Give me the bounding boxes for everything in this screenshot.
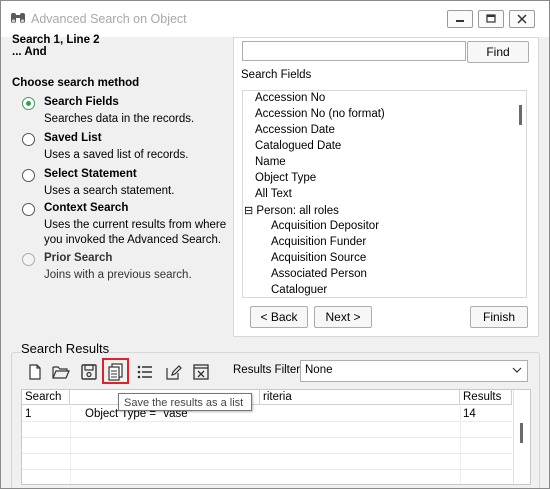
row-divider: [22, 437, 512, 438]
list-item[interactable]: Catalogued Date: [255, 140, 341, 152]
search-line-label: Search 1, Line 2: [12, 34, 100, 46]
list-icon[interactable]: [136, 363, 154, 381]
search-results-title: Search Results: [21, 341, 110, 356]
row-divider: [22, 421, 512, 422]
radio-button[interactable]: [22, 169, 35, 182]
results-filter-select[interactable]: None: [300, 360, 528, 382]
advanced-search-window: Advanced Search on Object Search 1, Line…: [0, 0, 550, 489]
title-bar: Advanced Search on Object: [1, 1, 549, 37]
window-title: Advanced Search on Object: [31, 12, 187, 26]
next-button[interactable]: Next >: [314, 306, 372, 328]
tooltip: Save the results as a list: [118, 393, 252, 411]
results-filter-value: None: [305, 364, 333, 376]
search-fields-panel: Find Search Fields Accession No Accessio…: [233, 37, 539, 337]
results-filter-label: Results Filter: [233, 364, 301, 376]
list-item[interactable]: Accession No: [255, 92, 325, 104]
column-header-criteria[interactable]: riteria: [260, 390, 460, 405]
vertical-scrollbar[interactable]: [517, 94, 524, 294]
close-button[interactable]: [509, 10, 535, 28]
radio-description: Searches data in the records.: [44, 113, 195, 125]
vertical-scrollbar[interactable]: [513, 390, 530, 484]
new-icon[interactable]: [26, 363, 44, 381]
finish-button[interactable]: Finish: [470, 306, 528, 328]
list-item[interactable]: Cataloguer: [271, 284, 327, 296]
search-fields-list[interactable]: Accession No Accession No (no format) Ac…: [242, 90, 527, 298]
list-item[interactable]: Name: [255, 156, 286, 168]
radio-label: Prior Search: [44, 252, 113, 264]
list-item[interactable]: Acquisition Source: [271, 252, 366, 264]
table-cell-results[interactable]: 14: [460, 406, 476, 422]
column-divider: [70, 406, 71, 484]
row-divider: [22, 453, 512, 454]
save-as-list-highlight: [102, 358, 129, 384]
scroll-thumb[interactable]: [519, 105, 522, 125]
radio-label: Context Search: [44, 202, 129, 214]
list-item[interactable]: Object Type: [255, 172, 316, 184]
scroll-thumb[interactable]: [520, 423, 523, 443]
minimize-button[interactable]: [447, 10, 473, 28]
search-operator-label: ... And: [12, 46, 47, 58]
search-fields-label: Search Fields: [241, 69, 312, 81]
radio-button[interactable]: [22, 203, 35, 216]
radio-button[interactable]: [22, 133, 35, 146]
list-item[interactable]: Accession Date: [255, 124, 335, 136]
maximize-icon: [486, 14, 496, 23]
column-header-results[interactable]: Results: [460, 390, 512, 405]
radio-description: Uses a saved list of records.: [44, 149, 189, 161]
method-heading: Choose search method: [12, 77, 140, 89]
radio-description: Joins with a previous search.: [44, 269, 192, 281]
results-grid[interactable]: Search riteria Results 1 Object Type = "…: [21, 389, 531, 485]
radio-label: Search Fields: [44, 96, 119, 108]
radio-description: Uses the current results from where you …: [44, 219, 227, 246]
radio-button[interactable]: [22, 97, 35, 110]
list-item[interactable]: Associated Person: [271, 268, 367, 280]
list-item[interactable]: Acquisition Funder: [271, 236, 366, 248]
back-button[interactable]: < Back: [250, 306, 308, 328]
find-button[interactable]: Find: [467, 41, 529, 63]
radio-label: Saved List: [44, 132, 102, 144]
list-item[interactable]: Acquisition Depositor: [271, 220, 379, 232]
list-item[interactable]: All Text: [255, 188, 292, 200]
table-cell-search[interactable]: 1: [22, 406, 31, 422]
radio-button: [22, 253, 35, 266]
edit-icon[interactable]: [164, 363, 182, 381]
column-divider: [460, 406, 461, 484]
list-item-label: Person: all roles: [256, 205, 339, 217]
collapse-icon[interactable]: ⊟: [244, 205, 253, 217]
list-item[interactable]: Accession No (no format): [255, 108, 385, 120]
chevron-down-icon: [512, 367, 522, 373]
maximize-button[interactable]: [478, 10, 504, 28]
save-icon[interactable]: [80, 363, 98, 381]
list-item-group[interactable]: ⊟ Person: all roles: [244, 204, 339, 217]
minimize-icon: [456, 20, 464, 22]
dialog-content: Search 1, Line 2 ... And Choose search m…: [1, 34, 549, 488]
radio-description: Uses a search statement.: [44, 185, 175, 197]
search-input[interactable]: [242, 41, 466, 61]
column-header-search[interactable]: Search: [22, 390, 70, 405]
row-divider: [22, 469, 512, 470]
clear-icon[interactable]: [192, 363, 210, 381]
open-folder-icon[interactable]: [52, 363, 70, 381]
radio-label: Select Statement: [44, 168, 137, 180]
binoculars-icon: [10, 11, 26, 28]
close-icon: [517, 14, 527, 24]
